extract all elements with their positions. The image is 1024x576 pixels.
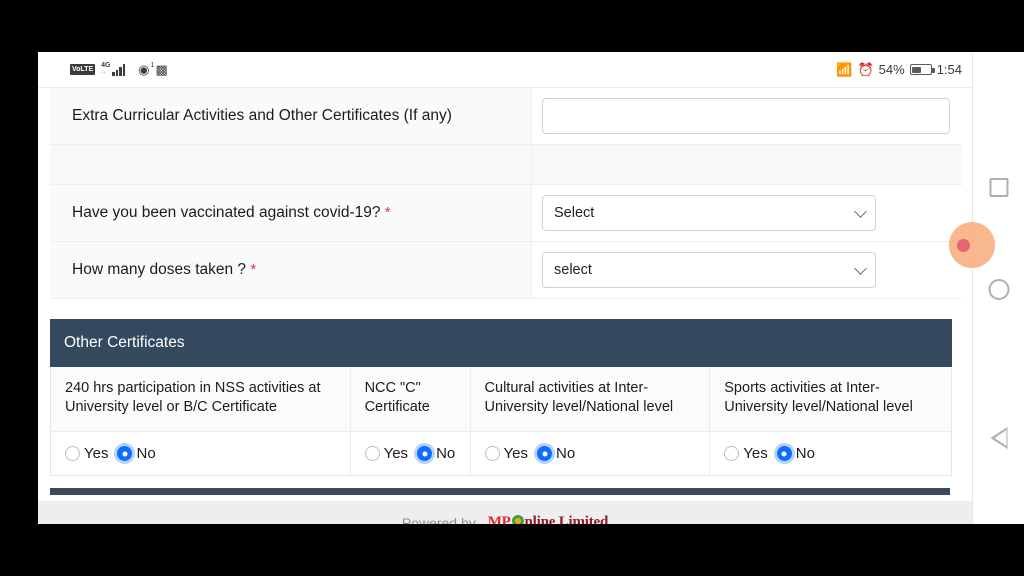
- radio-label-yes: Yes: [84, 445, 109, 462]
- extra-curricular-textarea[interactable]: [542, 98, 950, 134]
- radio-sports-yes[interactable]: Yes: [724, 445, 768, 462]
- alarm-clock-icon: ⏰: [857, 61, 874, 77]
- radio-ncc-yes[interactable]: Yes: [364, 445, 409, 462]
- radio-group-nss: Yes No: [65, 445, 350, 462]
- column-header-cultural: Cultural activities at Inter-University …: [470, 367, 711, 432]
- radio-label-yes: Yes: [383, 445, 409, 462]
- certificates-answer-row: Yes No Yes No Yes No Yes No: [50, 431, 952, 476]
- radio-label-no: No: [556, 445, 576, 462]
- floating-assistive-bubble[interactable]: [949, 222, 995, 268]
- status-bar-left-icons: VoLTE 4G ·· ◉ 1 ▩: [70, 62, 168, 78]
- radio-label-yes: Yes: [743, 445, 768, 462]
- vaccination-question-text: Have you been vaccinated against covid-1…: [72, 204, 381, 221]
- form-table: Extra Curricular Activities and Other Ce…: [50, 88, 962, 299]
- answer-cell-cultural: Yes No: [470, 431, 711, 476]
- radio-circle-icon[interactable]: [65, 446, 80, 461]
- radio-cultural-no[interactable]: No: [537, 445, 575, 462]
- radio-circle-selected-icon[interactable]: [417, 446, 433, 461]
- page-content: Extra Curricular Activities and Other Ce…: [38, 88, 972, 524]
- volte-icon: VoLTE: [70, 64, 96, 75]
- radio-circle-selected-icon[interactable]: [776, 446, 792, 461]
- radio-group-sports: Yes No: [724, 445, 951, 462]
- required-asterisk: *: [250, 261, 257, 278]
- radio-circle-selected-icon[interactable]: [117, 446, 133, 461]
- extra-curricular-field-cell: [531, 88, 962, 145]
- cast-icon: 📶: [836, 61, 853, 77]
- table-row: How many doses taken ? * select: [50, 241, 962, 299]
- radio-circle-icon[interactable]: [724, 446, 740, 461]
- radio-circle-selected-icon[interactable]: [537, 446, 553, 461]
- vaccination-select[interactable]: Select: [542, 195, 876, 231]
- network-type-label: 4G: [101, 62, 111, 69]
- certificates-table: 240 hrs participation in NSS activities …: [50, 367, 952, 476]
- certificates-header-row: 240 hrs participation in NSS activities …: [50, 367, 952, 432]
- vaccination-select-wrap: Select: [542, 195, 876, 231]
- radio-circle-icon[interactable]: [364, 446, 380, 461]
- page-footer: Powered by MP nline Limited MP ONLINE PV…: [38, 501, 972, 524]
- column-header-ncc: NCC "C" Certificate: [350, 367, 471, 432]
- hotspot-icon: ◉ 1: [138, 62, 154, 76]
- doses-question-label: How many doses taken ? *: [50, 241, 532, 299]
- clock-label: 1:54: [936, 62, 962, 77]
- answer-cell-ncc: Yes No: [350, 431, 471, 476]
- logo-mp-text: MP: [487, 514, 511, 524]
- radio-ncc-no[interactable]: No: [417, 445, 455, 462]
- battery-icon: [909, 64, 935, 75]
- table-row-spacer: [50, 144, 962, 185]
- radio-sports-no[interactable]: No: [776, 445, 815, 462]
- vaccination-field-cell: Select: [531, 184, 962, 242]
- doses-select-wrap: select: [542, 252, 876, 288]
- status-bar: VoLTE 4G ·· ◉ 1 ▩ 📶 ⏰ 54% 1:54: [38, 52, 972, 88]
- doses-field-cell: select: [531, 241, 962, 299]
- phone-viewport: VoLTE 4G ·· ◉ 1 ▩ 📶 ⏰ 54% 1:54 Extra Cur…: [38, 52, 1024, 524]
- radio-cultural-yes[interactable]: Yes: [484, 445, 529, 462]
- video-camera-icon: ▩: [155, 61, 168, 77]
- signal-strength-icon: 4G ··: [101, 62, 132, 76]
- doses-question-text: How many doses taken ?: [72, 261, 247, 278]
- logo-o-circle-icon: [511, 515, 524, 524]
- radio-group-ncc: Yes No: [364, 445, 470, 462]
- extra-curricular-label: Extra Curricular Activities and Other Ce…: [50, 88, 532, 145]
- answer-cell-nss: Yes No: [50, 431, 351, 476]
- doses-select[interactable]: select: [542, 252, 876, 288]
- column-header-nss: 240 hrs participation in NSS activities …: [50, 367, 351, 432]
- mponline-logo: MP nline Limited MP ONLINE PVT. LTD. A J…: [488, 514, 608, 524]
- answer-cell-sports: Yes No: [709, 431, 952, 476]
- status-bar-right-icons: 📶 ⏰ 54% 1:54: [836, 62, 962, 78]
- radio-label-no: No: [436, 445, 456, 462]
- required-asterisk: *: [384, 204, 391, 221]
- radio-label-no: No: [795, 445, 815, 462]
- table-row: Extra Curricular Activities and Other Ce…: [50, 88, 962, 145]
- recents-square-icon[interactable]: [989, 178, 1008, 197]
- radio-nss-no[interactable]: No: [117, 445, 156, 462]
- powered-by-label: Powered by: [401, 514, 476, 525]
- radio-label-yes: Yes: [503, 445, 529, 462]
- radio-circle-icon[interactable]: [484, 446, 500, 461]
- android-navigation-strip: [972, 52, 1024, 524]
- home-circle-icon[interactable]: [988, 279, 1009, 300]
- radio-label-no: No: [136, 445, 156, 462]
- vaccination-question-label: Have you been vaccinated against covid-1…: [50, 184, 532, 242]
- back-triangle-icon[interactable]: [990, 427, 1007, 449]
- logo-rest-text: nline Limited: [524, 514, 609, 524]
- bottom-rule: [50, 488, 950, 495]
- signal-dots: ··: [101, 69, 106, 76]
- battery-percent-label: 54%: [878, 62, 905, 77]
- other-certificates-card: Other Certificates 240 hrs participation…: [50, 319, 952, 476]
- bubble-dot-icon: [956, 238, 970, 252]
- radio-group-cultural: Yes No: [484, 445, 710, 462]
- other-certificates-header: Other Certificates: [50, 319, 952, 367]
- screen-root: VoLTE 4G ·· ◉ 1 ▩ 📶 ⏰ 54% 1:54 Extra Cur…: [0, 0, 1024, 576]
- radio-nss-yes[interactable]: Yes: [65, 445, 108, 462]
- table-row: Have you been vaccinated against covid-1…: [50, 184, 962, 242]
- hotspot-sim-superscript: 1: [150, 62, 155, 69]
- spacer-label-cell: [50, 144, 532, 185]
- column-header-sports: Sports activities at Inter-University le…: [709, 367, 952, 432]
- spacer-field-cell: [531, 144, 962, 185]
